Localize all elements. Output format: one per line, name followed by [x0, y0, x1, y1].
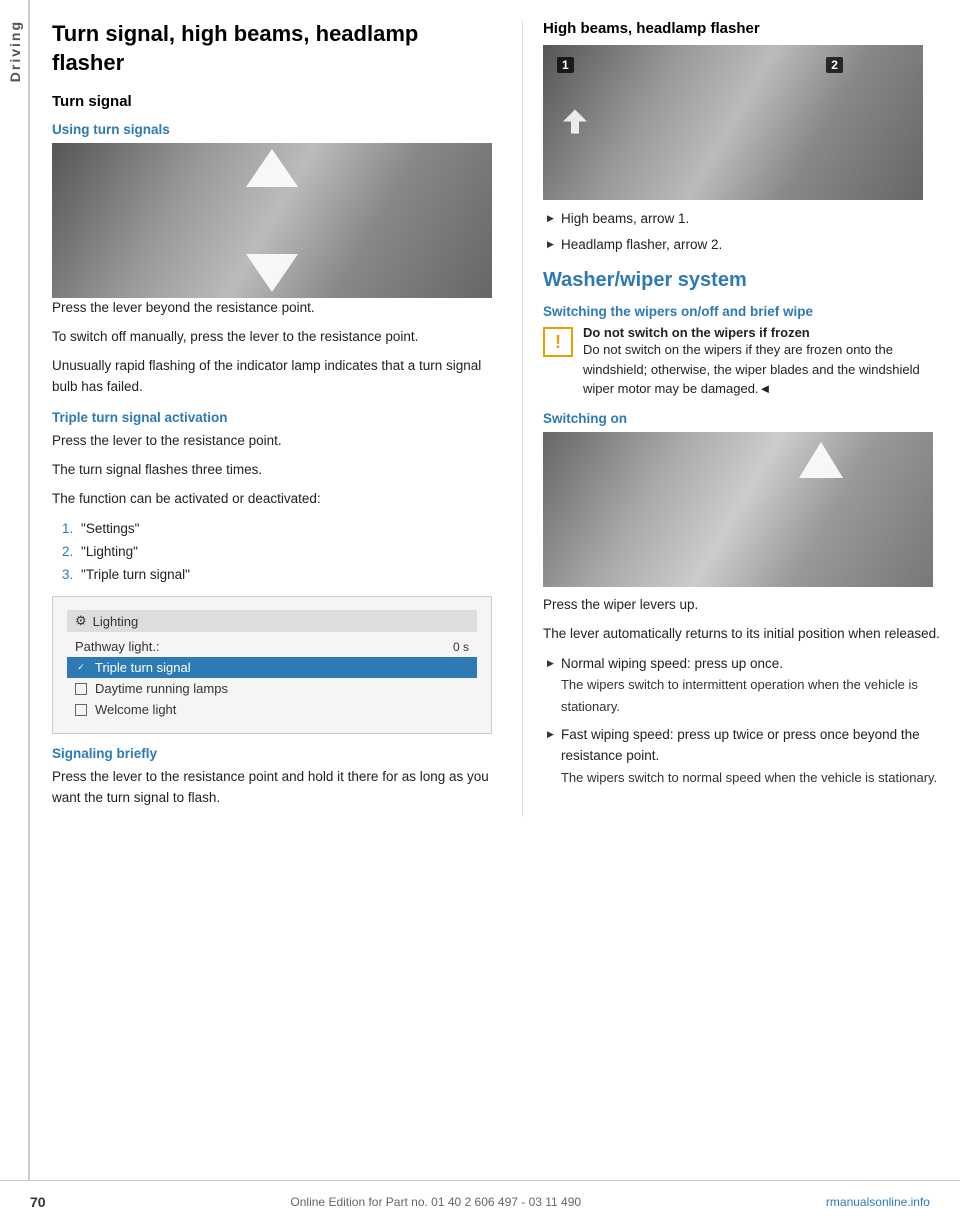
- wiper-arrow-up-icon: [799, 442, 843, 478]
- checkbox-daytime: [75, 683, 87, 695]
- menu-item-triple-label: Triple turn signal: [95, 660, 191, 675]
- checkbox-welcome: [75, 704, 87, 716]
- list-item-3: 3. "Triple turn signal": [62, 564, 492, 587]
- using-turn-signals-header: Using turn signals: [52, 122, 492, 137]
- checkbox-triple: ✓: [75, 662, 87, 674]
- sidebar: Driving: [0, 0, 30, 1180]
- wiper-bullet-1: Normal wiping speed: press up once. The …: [547, 653, 940, 718]
- list-num-1: 1.: [62, 521, 73, 536]
- main-content: Turn signal, high beams, headlamp flashe…: [32, 0, 960, 817]
- washer-wiper-title: Washer/wiper system: [543, 269, 940, 292]
- wiper-bullet-1-sub: The wipers switch to intermittent operat…: [561, 677, 918, 714]
- signaling-briefly-header: Signaling briefly: [52, 746, 492, 761]
- warning-box: ! Do not switch on the wipers if frozen …: [543, 325, 940, 399]
- list-num-2: 2.: [62, 544, 73, 559]
- switching-on-para1: Press the wiper levers up.: [543, 595, 940, 616]
- page-title: Turn signal, high beams, headlamp flashe…: [52, 20, 492, 77]
- signaling-briefly-para1: Press the lever to the resistance point …: [52, 767, 492, 809]
- sidebar-divider: [28, 0, 30, 1180]
- menu-item-daytime: Daytime running lamps: [67, 678, 477, 699]
- list-item-2: 2. "Lighting": [62, 541, 492, 564]
- high-beams-header: High beams, headlamp flasher: [543, 20, 940, 37]
- menu-item-triple: ✓ Triple turn signal: [67, 657, 477, 678]
- footer-edition-text: Online Edition for Part no. 01 40 2 606 …: [290, 1195, 581, 1209]
- lighting-title-bar: ⚙ Lighting: [67, 610, 477, 632]
- img-label-2: 2: [826, 57, 843, 73]
- switching-on-subsection: Switching on Press the wiper levers up. …: [543, 411, 940, 789]
- list-item-1: 1. "Settings": [62, 518, 492, 541]
- turn-signal-image: [52, 143, 492, 298]
- column-divider: [522, 20, 523, 817]
- list-text-1: "Settings": [81, 521, 139, 536]
- turn-signal-header: Turn signal: [52, 93, 492, 110]
- hb-bullet-2: Headlamp flasher, arrow 2.: [547, 234, 940, 256]
- turn-para3: Unusually rapid flashing of the indicato…: [52, 356, 492, 398]
- switching-on-para2: The lever automatically returns to its i…: [543, 624, 940, 645]
- pathway-label: Pathway light.:: [75, 639, 160, 654]
- left-arrow-icon: [561, 107, 589, 138]
- lighting-menu: ⚙ Lighting Pathway light.: 0 s ✓ Triple …: [67, 610, 477, 720]
- arrow-down-icon: [246, 254, 298, 292]
- menu-item-daytime-label: Daytime running lamps: [95, 681, 228, 696]
- triple-numbered-list: 1. "Settings" 2. "Lighting" 3. "Triple t…: [52, 518, 492, 587]
- sidebar-label: Driving: [7, 20, 23, 82]
- wiper-bullet-1-main: Normal wiping speed: press up once.: [561, 656, 783, 671]
- right-column: High beams, headlamp flasher 1 2 High be…: [533, 20, 940, 817]
- high-beams-bullets: High beams, arrow 1. Headlamp flasher, a…: [543, 208, 940, 255]
- pathway-row: Pathway light.: 0 s: [67, 636, 477, 657]
- list-num-3: 3.: [62, 567, 73, 582]
- hb-bullet-2-text: Headlamp flasher, arrow 2.: [561, 237, 722, 252]
- switching-wipers-subsection: Switching the wipers on/off and brief wi…: [543, 304, 940, 399]
- triple-para1: Press the lever to the resistance point.: [52, 431, 492, 452]
- warning-content: Do not switch on the wipers if frozen Do…: [583, 325, 940, 399]
- high-beams-section: High beams, headlamp flasher 1 2 High be…: [543, 20, 940, 255]
- wiper-bullet-2-main: Fast wiping speed: press up twice or pre…: [561, 727, 920, 764]
- washer-wiper-section: Washer/wiper system Switching the wipers…: [543, 269, 940, 789]
- lighting-menu-image: ⚙ Lighting Pathway light.: 0 s ✓ Triple …: [52, 596, 492, 734]
- warning-bold-text: Do not switch on the wipers if frozen: [583, 325, 940, 340]
- switching-on-header: Switching on: [543, 411, 940, 426]
- triple-turn-signal-subsection: Triple turn signal activation Press the …: [52, 410, 492, 735]
- wiper-bullet-2: Fast wiping speed: press up twice or pre…: [547, 724, 940, 789]
- triple-para3: The function can be activated or deactiv…: [52, 489, 492, 510]
- list-text-3: "Triple turn signal": [81, 567, 190, 582]
- wiper-bullets: Normal wiping speed: press up once. The …: [543, 653, 940, 789]
- signaling-briefly-subsection: Signaling briefly Press the lever to the…: [52, 746, 492, 809]
- footer: 70 Online Edition for Part no. 01 40 2 6…: [0, 1180, 960, 1222]
- high-beams-image: 1 2: [543, 45, 923, 200]
- warning-detail-text: Do not switch on the wipers if they are …: [583, 340, 940, 399]
- img-label-1: 1: [557, 57, 574, 73]
- switching-wipers-header: Switching the wipers on/off and brief wi…: [543, 304, 940, 319]
- arrow-up-icon: [246, 149, 298, 187]
- menu-item-welcome: Welcome light: [67, 699, 477, 720]
- wiper-bullet-2-sub: The wipers switch to normal speed when t…: [561, 770, 937, 785]
- footer-site: rmanualsonline.info: [826, 1195, 930, 1209]
- lighting-gear-icon: ⚙: [75, 613, 87, 629]
- turn-signal-section: Turn signal Using turn signals Press the…: [52, 93, 492, 809]
- list-text-2: "Lighting": [81, 544, 138, 559]
- triple-turn-signal-header: Triple turn signal activation: [52, 410, 492, 425]
- turn-para1: Press the lever beyond the resistance po…: [52, 298, 492, 319]
- pathway-value: 0 s: [453, 640, 469, 654]
- hb-bullet-1: High beams, arrow 1.: [547, 208, 940, 230]
- using-turn-signals-subsection: Using turn signals Press the lever beyon…: [52, 122, 492, 398]
- turn-para2: To switch off manually, press the lever …: [52, 327, 492, 348]
- left-column: Turn signal, high beams, headlamp flashe…: [52, 20, 512, 817]
- wiper-image: [543, 432, 933, 587]
- triple-para2: The turn signal flashes three times.: [52, 460, 492, 481]
- menu-item-welcome-label: Welcome light: [95, 702, 176, 717]
- hb-bullet-1-text: High beams, arrow 1.: [561, 211, 689, 226]
- lighting-title: Lighting: [93, 614, 139, 629]
- footer-page-number: 70: [30, 1194, 46, 1210]
- warning-icon: !: [543, 327, 573, 357]
